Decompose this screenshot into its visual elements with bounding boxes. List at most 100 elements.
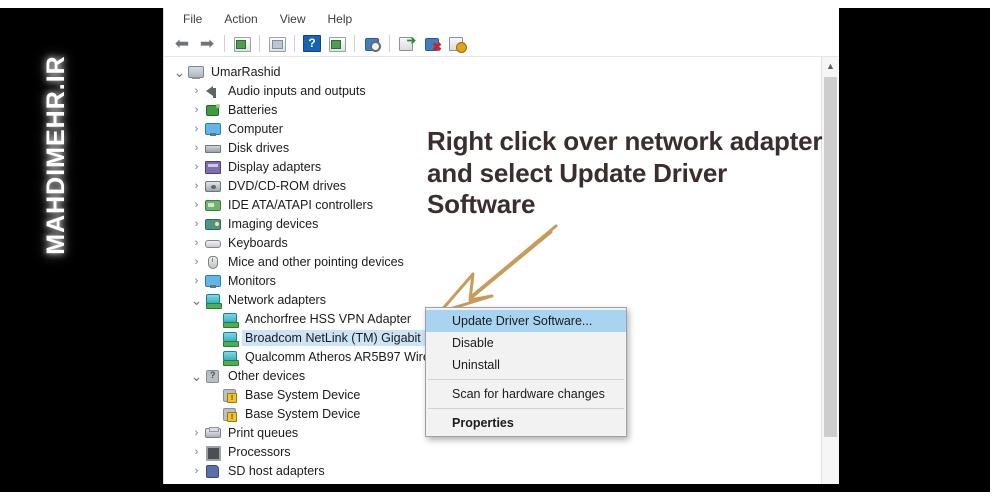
screenshot-stage: MAHDIMEHR.IR FileActionViewHelp ⬅ ➡ ?	[0, 0, 1000, 500]
menu-bar: File Action View Help	[164, 8, 839, 30]
menu-view[interactable]: View	[269, 10, 317, 28]
context-menu-separator	[428, 379, 624, 380]
menu-action[interactable]: Action	[213, 10, 268, 28]
chevron-down-icon[interactable]: ⌄	[189, 293, 204, 307]
mouse-icon	[204, 254, 221, 269]
context-menu-item[interactable]: Uninstall	[426, 354, 626, 376]
annotation-text: Right click over network adapter and sel…	[427, 126, 823, 220]
network-adapter-icon	[221, 330, 239, 347]
chevron-right-icon[interactable]: ›	[189, 180, 204, 192]
chevron-right-icon[interactable]: ›	[189, 85, 204, 97]
tree-item-label: Anchorfree HSS VPN Adapter	[245, 311, 412, 326]
tree-item-label: Base System Device	[245, 406, 361, 421]
context-menu-separator	[428, 408, 624, 409]
toolbar-separator	[259, 34, 260, 52]
tree-item-label: Other devices	[228, 368, 306, 383]
letterbox-band-right	[990, 0, 1000, 500]
chevron-placeholder	[206, 351, 221, 363]
software-device-icon	[204, 482, 221, 484]
tree-item-label: Audio inputs and outputs	[228, 83, 366, 98]
scroll-up-arrow-icon[interactable]: ▲	[822, 57, 839, 74]
tree-item-label: Mice and other pointing devices	[228, 254, 404, 269]
chevron-right-icon[interactable]: ›	[189, 123, 204, 135]
chevron-right-icon[interactable]: ›	[189, 218, 204, 230]
toolbar-separator	[224, 34, 225, 52]
menu-file[interactable]: File	[172, 10, 213, 28]
chevron-right-icon[interactable]: ›	[189, 275, 204, 287]
chevron-right-icon[interactable]: ›	[189, 465, 204, 477]
chevron-right-icon[interactable]: ›	[189, 237, 204, 249]
toolbar: ⬅ ➡ ? ➔ ✖	[164, 30, 839, 57]
tree-item[interactable]: › Keyboards	[172, 233, 822, 252]
tree-item[interactable]: › Batteries	[172, 100, 822, 119]
tree-item-label: Computer	[228, 121, 283, 136]
chevron-right-icon[interactable]: ›	[189, 427, 204, 439]
network-adapter-icon	[204, 292, 222, 309]
menu-help[interactable]: Help	[317, 10, 364, 28]
ide-controller-icon	[204, 197, 221, 212]
tree-item[interactable]: › Processors	[172, 442, 822, 461]
network-adapter-icon	[221, 349, 239, 366]
chevron-right-icon[interactable]: ›	[189, 199, 204, 211]
show-hidden-devices-icon[interactable]	[230, 32, 254, 55]
tree-item-label: IDE ATA/ATAPI controllers	[228, 197, 373, 212]
context-menu-item[interactable]: Update Driver Software...	[426, 310, 626, 332]
context-menu-item[interactable]: Disable	[426, 332, 626, 354]
uninstall-device-icon[interactable]: ✖	[420, 32, 444, 55]
chevron-right-icon[interactable]: ›	[189, 446, 204, 458]
printer-icon	[204, 425, 221, 440]
chevron-right-icon[interactable]: ›	[189, 142, 204, 154]
context-menu[interactable]: Update Driver Software... Disable Uninstal…	[425, 307, 627, 437]
letterbox-band-top	[0, 0, 1000, 8]
chevron-right-icon[interactable]: ›	[189, 161, 204, 173]
vertical-scrollbar[interactable]: ▲	[821, 57, 839, 484]
tree-item-label: Processors	[228, 444, 291, 459]
context-menu-item[interactable]: Scan for hardware changes	[426, 383, 626, 405]
tree-item-label: Keyboards	[228, 235, 288, 250]
chevron-right-icon[interactable]: ›	[189, 484, 204, 485]
chevron-placeholder	[206, 332, 221, 344]
sd-host-adapter-icon	[204, 463, 221, 478]
help-icon[interactable]: ?	[300, 32, 324, 55]
tree-item-label: Base System Device	[245, 387, 361, 402]
properties-icon[interactable]	[265, 32, 289, 55]
tree-item-label: Network adapters	[228, 292, 326, 307]
network-adapter-icon	[221, 311, 239, 328]
disable-device-icon[interactable]	[445, 32, 469, 55]
tree-item[interactable]: › Mice and other pointing devices	[172, 252, 822, 271]
forward-arrow-icon[interactable]: ➡	[195, 32, 219, 55]
tree-item[interactable]: › SD host adapters	[172, 461, 822, 480]
chevron-down-icon[interactable]: ⌄	[172, 65, 187, 79]
display-adapter-icon	[204, 159, 221, 174]
chevron-down-icon[interactable]: ⌄	[189, 369, 204, 383]
disk-drive-icon	[204, 140, 221, 155]
update-driver-icon[interactable]: ➔	[395, 32, 419, 55]
context-menu-item[interactable]: Properties	[426, 412, 626, 434]
chevron-placeholder	[206, 408, 221, 420]
scan-for-hardware-changes-icon[interactable]	[360, 32, 384, 55]
tree-item-label: SD host adapters	[228, 463, 325, 478]
tree-item[interactable]: › Software devices	[172, 480, 822, 485]
tree-item-label: Batteries	[228, 102, 278, 117]
imaging-device-icon	[204, 216, 221, 231]
back-arrow-icon[interactable]: ⬅	[170, 32, 194, 55]
chevron-right-icon[interactable]: ›	[189, 104, 204, 116]
computer-root-icon	[187, 64, 204, 79]
warning-device-icon	[221, 387, 238, 403]
processor-icon	[204, 444, 221, 461]
tree-item-label: DVD/CD-ROM drives	[228, 178, 347, 193]
device-list-icon[interactable]	[325, 32, 349, 55]
tree-item-label: UmarRashid	[211, 64, 281, 79]
tree-item-label: Monitors	[228, 273, 276, 288]
monitor-icon	[204, 273, 221, 288]
letterbox-band-bottom	[0, 492, 1000, 500]
keyboard-icon	[204, 235, 221, 250]
tree-item[interactable]: ⌄ UmarRashid	[172, 62, 822, 81]
chevron-right-icon[interactable]: ›	[189, 256, 204, 268]
tree-item[interactable]: › Audio inputs and outputs	[172, 81, 822, 100]
toolbar-separator	[294, 34, 295, 52]
tree-item-label: Display adapters	[228, 159, 322, 174]
tree-item[interactable]: › Monitors	[172, 271, 822, 290]
toolbar-separator	[354, 34, 355, 52]
tree-item-label: Imaging devices	[228, 216, 319, 231]
